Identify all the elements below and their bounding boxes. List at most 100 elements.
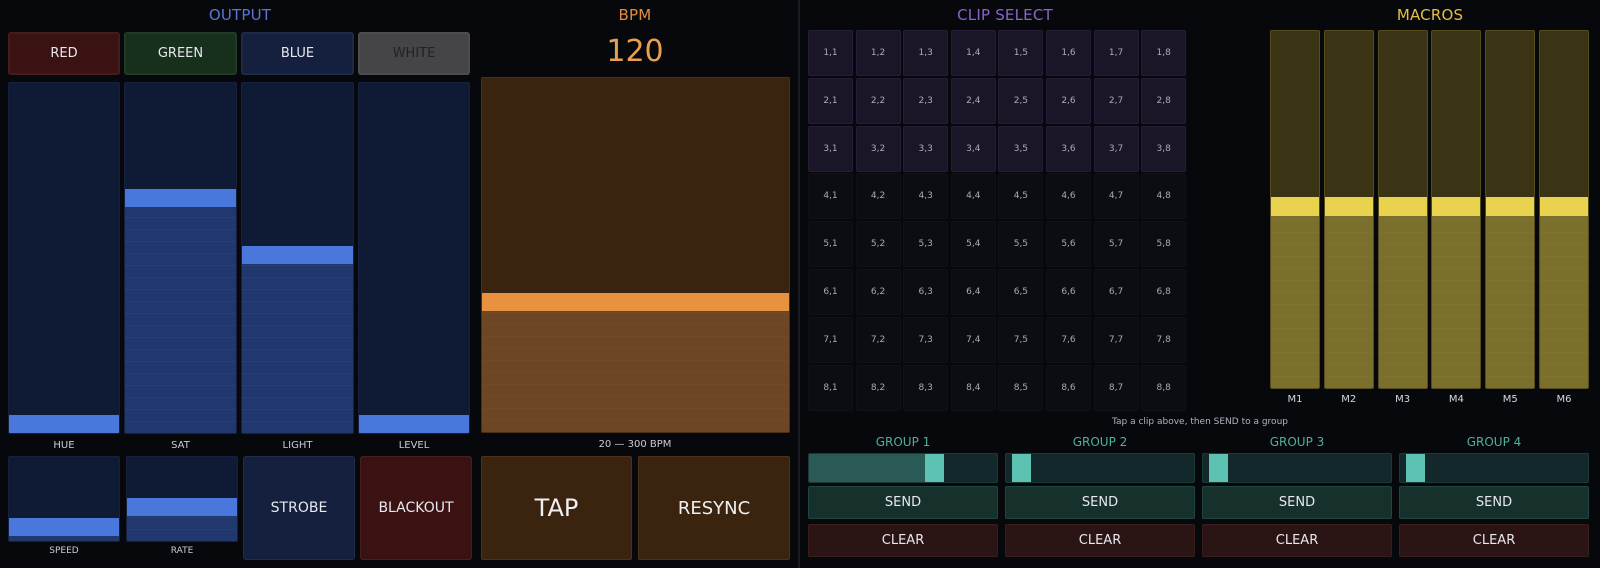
clip-cell[interactable]: 2,4: [950, 77, 996, 124]
group-slider-2[interactable]: [1005, 453, 1195, 483]
clear-button-group-2[interactable]: CLEAR: [1005, 524, 1195, 557]
clip-cell[interactable]: 7,4: [950, 316, 996, 363]
clip-cell[interactable]: 6,8: [1141, 269, 1187, 315]
clip-cell[interactable]: 5,1: [808, 221, 853, 268]
macro-fader-m2[interactable]: [1323, 30, 1374, 389]
clear-button-group-1[interactable]: CLEAR: [808, 524, 998, 557]
clear-button-group-3[interactable]: CLEAR: [1202, 524, 1392, 557]
fader-handle[interactable]: [359, 415, 469, 433]
clip-cell[interactable]: 7,2: [855, 316, 901, 363]
clip-cell[interactable]: 6,1: [808, 269, 853, 315]
clip-cell[interactable]: 8,2: [855, 364, 901, 411]
clip-cell[interactable]: 5,4: [950, 221, 996, 268]
clip-cell[interactable]: 3,7: [1093, 125, 1139, 172]
macro-handle[interactable]: [1324, 196, 1373, 216]
clip-cell[interactable]: 7,5: [998, 316, 1044, 363]
color-button-blue[interactable]: BLUE: [241, 32, 354, 75]
clip-cell[interactable]: 5,5: [998, 221, 1044, 268]
clip-cell[interactable]: 4,7: [1093, 173, 1139, 220]
clip-cell[interactable]: 4,6: [1046, 173, 1091, 220]
macro-handle[interactable]: [1540, 196, 1588, 216]
clip-cell[interactable]: 2,8: [1141, 77, 1187, 124]
macro-fader-m4[interactable]: [1431, 30, 1482, 389]
macro-handle[interactable]: [1432, 196, 1481, 216]
clip-cell[interactable]: 4,3: [903, 173, 949, 220]
bpm-fader[interactable]: [481, 77, 790, 433]
tap-button[interactable]: TAP: [481, 456, 632, 560]
group-slider-handle[interactable]: [1012, 454, 1031, 482]
clip-cell[interactable]: 1,4: [950, 30, 996, 76]
macro-fader-m3[interactable]: [1377, 30, 1428, 389]
clip-cell[interactable]: 3,4: [950, 125, 996, 172]
clip-cell[interactable]: 2,7: [1093, 77, 1139, 124]
clip-cell[interactable]: 6,3: [903, 269, 949, 315]
clip-cell[interactable]: 1,6: [1046, 30, 1091, 76]
clip-cell[interactable]: 1,1: [808, 30, 853, 76]
fader-speed[interactable]: [8, 456, 120, 542]
send-button-group-3[interactable]: SEND: [1202, 486, 1392, 519]
fader-light[interactable]: [241, 82, 354, 434]
macro-handle[interactable]: [1486, 196, 1535, 216]
clip-cell[interactable]: 6,6: [1046, 269, 1091, 315]
clip-cell[interactable]: 7,3: [903, 316, 949, 363]
fader-handle[interactable]: [242, 245, 353, 264]
clip-cell[interactable]: 5,8: [1141, 221, 1187, 268]
clip-cell[interactable]: 4,1: [808, 173, 853, 220]
clip-cell[interactable]: 1,2: [855, 30, 901, 76]
clip-cell[interactable]: 8,6: [1046, 364, 1091, 411]
clip-cell[interactable]: 2,1: [808, 77, 853, 124]
clear-button-group-4[interactable]: CLEAR: [1399, 524, 1589, 557]
macro-fader-m1[interactable]: [1270, 30, 1320, 389]
clip-cell[interactable]: 6,4: [950, 269, 996, 315]
clip-cell[interactable]: 5,7: [1093, 221, 1139, 268]
group-slider-3[interactable]: [1202, 453, 1392, 483]
send-button-group-2[interactable]: SEND: [1005, 486, 1195, 519]
clip-cell[interactable]: 5,6: [1046, 221, 1091, 268]
color-button-white[interactable]: WHITE: [358, 32, 470, 75]
fader-handle[interactable]: [9, 517, 119, 536]
clip-cell[interactable]: 8,4: [950, 364, 996, 411]
clip-cell[interactable]: 1,7: [1093, 30, 1139, 76]
clip-cell[interactable]: 8,7: [1093, 364, 1139, 411]
color-button-red[interactable]: RED: [8, 32, 120, 75]
group-slider-4[interactable]: [1399, 453, 1589, 483]
bpm-fader-handle[interactable]: [482, 293, 789, 312]
clip-cell[interactable]: 4,2: [855, 173, 901, 220]
clip-cell[interactable]: 8,1: [808, 364, 853, 411]
group-slider-handle[interactable]: [1209, 454, 1228, 482]
clip-cell[interactable]: 8,8: [1141, 364, 1187, 411]
clip-cell[interactable]: 3,2: [855, 125, 901, 172]
clip-cell[interactable]: 3,8: [1141, 125, 1187, 172]
group-slider-1[interactable]: [808, 453, 998, 483]
clip-cell[interactable]: 7,7: [1093, 316, 1139, 363]
clip-cell[interactable]: 4,4: [950, 173, 996, 220]
fader-hue[interactable]: [8, 82, 120, 434]
fader-handle[interactable]: [125, 189, 236, 208]
macro-fader-m6[interactable]: [1539, 30, 1589, 389]
fader-sat[interactable]: [124, 82, 237, 434]
strobe-button[interactable]: STROBE: [243, 456, 355, 560]
clip-cell[interactable]: 5,3: [903, 221, 949, 268]
send-button-group-1[interactable]: SEND: [808, 486, 998, 519]
clip-cell[interactable]: 7,6: [1046, 316, 1091, 363]
clip-cell[interactable]: 1,8: [1141, 30, 1187, 76]
blackout-button[interactable]: BLACKOUT: [360, 456, 472, 560]
clip-cell[interactable]: 2,3: [903, 77, 949, 124]
group-slider-handle[interactable]: [1406, 454, 1425, 482]
fader-level[interactable]: [358, 82, 470, 434]
group-slider-handle[interactable]: [924, 454, 944, 482]
clip-cell[interactable]: 3,1: [808, 125, 853, 172]
clip-cell[interactable]: 7,8: [1141, 316, 1187, 363]
macro-handle[interactable]: [1271, 196, 1319, 216]
clip-cell[interactable]: 8,5: [998, 364, 1044, 411]
fader-handle[interactable]: [127, 497, 237, 516]
clip-cell[interactable]: 7,1: [808, 316, 853, 363]
clip-cell[interactable]: 1,5: [998, 30, 1044, 76]
macro-handle[interactable]: [1378, 196, 1427, 216]
clip-cell[interactable]: 1,3: [903, 30, 949, 76]
fader-rate[interactable]: [126, 456, 238, 542]
clip-cell[interactable]: 2,6: [1046, 77, 1091, 124]
clip-cell[interactable]: 8,3: [903, 364, 949, 411]
clip-cell[interactable]: 5,2: [855, 221, 901, 268]
clip-cell[interactable]: 3,5: [998, 125, 1044, 172]
